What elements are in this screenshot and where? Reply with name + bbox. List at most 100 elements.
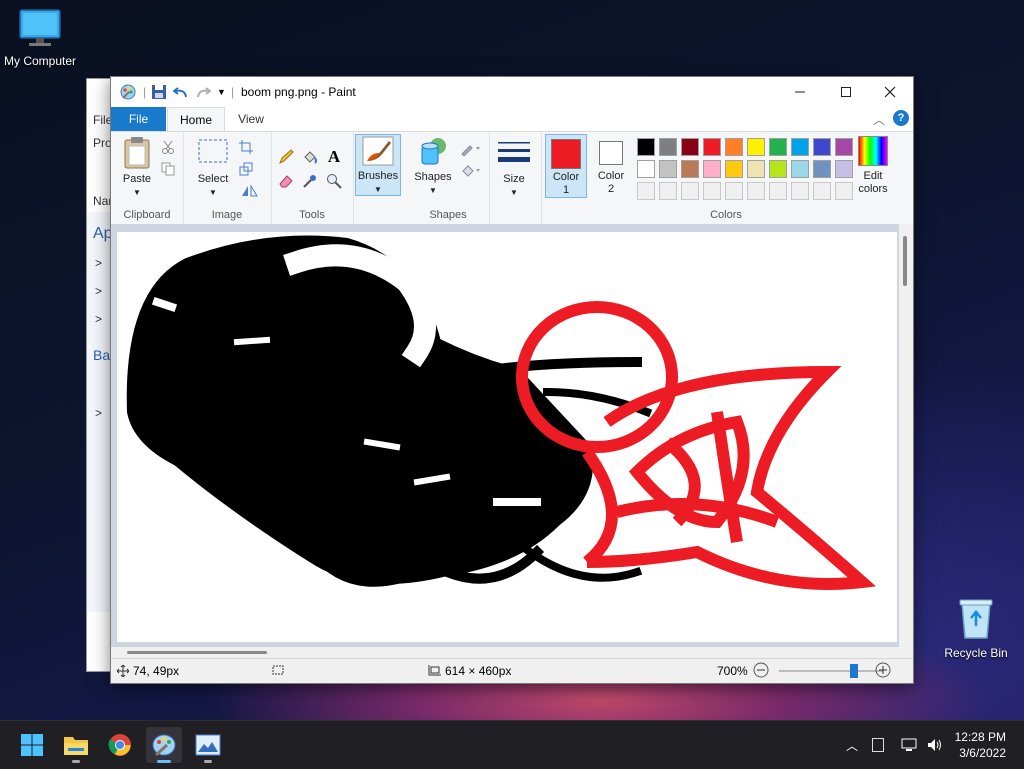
windows-logo-icon bbox=[21, 734, 43, 756]
color1-button[interactable]: Color 1 bbox=[545, 134, 587, 198]
recycle-bin-desktop-icon[interactable]: Recycle Bin bbox=[940, 596, 1012, 660]
magnifier-icon[interactable] bbox=[325, 172, 343, 190]
vertical-scroll-thumb[interactable] bbox=[903, 236, 907, 286]
brushes-group: Brushes ▼ bbox=[353, 132, 407, 224]
palette-swatch[interactable] bbox=[659, 160, 677, 178]
eraser-icon[interactable] bbox=[277, 172, 295, 190]
palette-swatch[interactable] bbox=[725, 138, 743, 156]
volume-icon[interactable] bbox=[926, 737, 944, 753]
color-picker-icon[interactable] bbox=[301, 172, 319, 190]
explosion-shape bbox=[516, 301, 876, 590]
bg-window-chevron[interactable]: > bbox=[95, 406, 102, 420]
palette-swatch[interactable] bbox=[835, 138, 853, 156]
copy-icon[interactable] bbox=[159, 160, 177, 178]
crop-icon[interactable] bbox=[237, 138, 255, 156]
palette-swatch[interactable] bbox=[835, 160, 853, 178]
palette-swatch[interactable] bbox=[791, 182, 809, 200]
palette-swatch[interactable] bbox=[659, 182, 677, 200]
palette-swatch[interactable] bbox=[725, 182, 743, 200]
maximize-button[interactable] bbox=[823, 77, 869, 107]
palette-swatch[interactable] bbox=[813, 160, 831, 178]
close-button[interactable] bbox=[867, 77, 913, 107]
file-explorer-taskbar-button[interactable] bbox=[58, 727, 94, 763]
shapes-button[interactable]: Shapes ▼ bbox=[411, 136, 455, 197]
network-icon[interactable] bbox=[900, 737, 918, 753]
palette-swatch[interactable] bbox=[769, 160, 787, 178]
drawing-canvas[interactable] bbox=[117, 232, 897, 642]
palette-swatch[interactable] bbox=[659, 138, 677, 156]
bg-window-chevron[interactable]: > bbox=[95, 256, 102, 270]
color2-button[interactable]: Color 2 bbox=[591, 134, 631, 196]
palette-swatch[interactable] bbox=[747, 182, 765, 200]
brushes-button[interactable]: Brushes ▼ bbox=[355, 134, 401, 196]
help-icon[interactable]: ? bbox=[893, 110, 909, 126]
paint-taskbar-button[interactable] bbox=[146, 727, 182, 763]
rotate-icon[interactable] bbox=[237, 182, 263, 200]
text-tool-icon[interactable]: A bbox=[325, 147, 343, 166]
paint-window: | ▼ | boom png.png - Paint File Home Vie… bbox=[110, 76, 914, 684]
zoom-slider-thumb[interactable] bbox=[849, 664, 858, 678]
minimize-button[interactable] bbox=[777, 77, 823, 107]
chevron-down-icon: ▼ bbox=[510, 188, 518, 197]
paste-button[interactable]: Paste ▼ bbox=[117, 136, 157, 199]
tools-group-label: Tools bbox=[299, 209, 325, 221]
bg-window-chevron[interactable]: > bbox=[95, 312, 102, 326]
palette-swatch[interactable] bbox=[769, 182, 787, 200]
photo-viewer-taskbar-button[interactable] bbox=[190, 727, 226, 763]
redo-icon[interactable] bbox=[195, 83, 211, 101]
fill-icon[interactable] bbox=[459, 162, 483, 180]
bg-window-chevron[interactable]: > bbox=[95, 284, 102, 298]
my-computer-desktop-icon[interactable]: My Computer bbox=[0, 8, 80, 68]
tablet-mode-icon[interactable] bbox=[872, 738, 885, 752]
palette-swatch[interactable] bbox=[637, 160, 655, 178]
palette-swatch[interactable] bbox=[835, 182, 853, 200]
tab-view[interactable]: View bbox=[231, 107, 271, 131]
palette-swatch[interactable] bbox=[703, 182, 721, 200]
customize-qat-icon[interactable]: ▼ bbox=[217, 83, 226, 101]
paint-app-icon[interactable] bbox=[119, 83, 137, 101]
select-button[interactable]: Select ▼ bbox=[193, 136, 233, 199]
outline-icon[interactable] bbox=[459, 140, 483, 158]
horizontal-scroll-thumb[interactable] bbox=[127, 651, 267, 654]
palette-swatch[interactable] bbox=[813, 138, 831, 156]
separator: | bbox=[143, 85, 147, 99]
palette-swatch[interactable] bbox=[637, 138, 655, 156]
show-hidden-icons-chevron-icon[interactable]: ︿ bbox=[846, 737, 858, 754]
palette-swatch[interactable] bbox=[791, 160, 809, 178]
undo-icon[interactable] bbox=[173, 83, 189, 101]
palette-swatch[interactable] bbox=[813, 182, 831, 200]
palette-swatch[interactable] bbox=[637, 182, 655, 200]
chevron-down-icon: ▼ bbox=[429, 186, 437, 195]
zoom-in-button[interactable] bbox=[875, 662, 891, 678]
palette-swatch[interactable] bbox=[703, 138, 721, 156]
image-size-text: 614 × 460px bbox=[445, 664, 512, 678]
palette-swatch[interactable] bbox=[681, 182, 699, 200]
zoom-out-button[interactable] bbox=[753, 662, 769, 678]
save-icon[interactable] bbox=[151, 83, 167, 101]
palette-swatch[interactable] bbox=[681, 138, 699, 156]
palette-swatch[interactable] bbox=[703, 160, 721, 178]
cut-icon[interactable] bbox=[159, 138, 177, 156]
title-bar[interactable]: | ▼ | boom png.png - Paint bbox=[111, 77, 913, 107]
palette-swatch[interactable] bbox=[681, 160, 699, 178]
resize-icon[interactable] bbox=[237, 160, 255, 178]
system-clock[interactable]: 12:28 PM 3/6/2022 bbox=[955, 729, 1006, 761]
pencil-icon[interactable] bbox=[277, 148, 295, 166]
edit-colors-button[interactable]: Edit colors bbox=[853, 136, 893, 196]
palette-swatch[interactable] bbox=[769, 138, 787, 156]
fill-bucket-icon[interactable] bbox=[301, 148, 319, 166]
zoom-slider-track[interactable] bbox=[779, 670, 883, 672]
tab-file[interactable]: File bbox=[111, 107, 166, 131]
minimize-icon bbox=[795, 91, 805, 93]
monitor-icon bbox=[19, 9, 61, 46]
vertical-scrollbar[interactable] bbox=[899, 224, 913, 659]
size-button[interactable]: Size ▼ bbox=[495, 136, 533, 199]
chrome-taskbar-button[interactable] bbox=[102, 727, 138, 763]
palette-swatch[interactable] bbox=[747, 138, 765, 156]
collapse-ribbon-icon[interactable]: ︿ bbox=[873, 111, 885, 128]
palette-swatch[interactable] bbox=[725, 160, 743, 178]
tab-home[interactable]: Home bbox=[167, 107, 225, 131]
palette-swatch[interactable] bbox=[747, 160, 765, 178]
palette-swatch[interactable] bbox=[791, 138, 809, 156]
start-button[interactable] bbox=[14, 727, 50, 763]
